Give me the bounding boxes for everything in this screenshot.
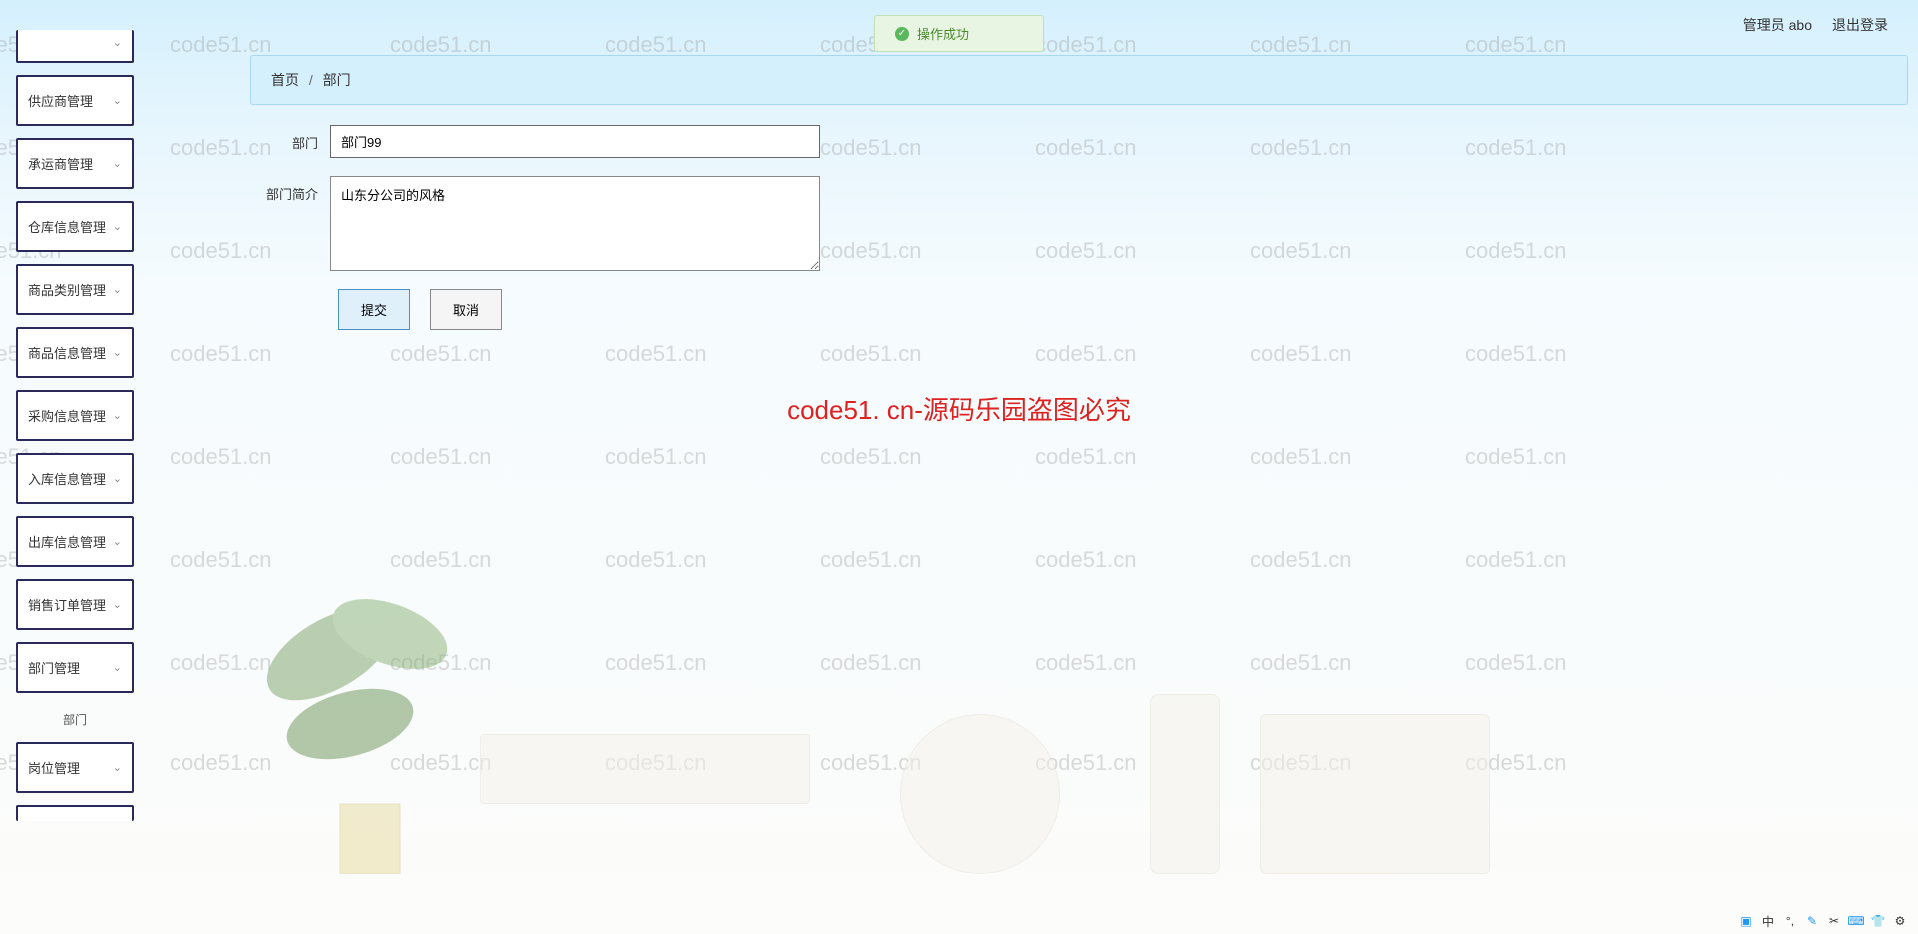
breadcrumb-current: 部门 <box>323 72 351 88</box>
system-tray: ▣ 中 °, ✎ ✂ ⌨ 👕 ⚙ <box>1738 913 1908 929</box>
chevron-down-icon: ⌄ <box>113 94 122 107</box>
watermark-text: code51.cn <box>1035 444 1137 470</box>
sidebar-item-sales-order[interactable]: 销售订单管理 ⌄ <box>16 579 134 630</box>
dept-input[interactable] <box>330 125 820 158</box>
watermark-text: code51.cn <box>1250 341 1352 367</box>
breadcrumb-separator: / <box>309 72 313 88</box>
sidebar-item-carrier[interactable]: 承运商管理 ⌄ <box>16 138 134 189</box>
logout-link[interactable]: 退出登录 <box>1832 15 1888 35</box>
desk-item <box>1150 694 1220 874</box>
tray-keyboard-icon[interactable]: ⌨ <box>1848 913 1864 929</box>
watermark-text: code51.cn <box>1465 341 1567 367</box>
watermark-text: code51.cn <box>1035 341 1137 367</box>
sidebar-item-label: 入库信息管理 <box>28 469 106 488</box>
background-decoration <box>160 514 1918 934</box>
watermark-text: code51.cn <box>820 341 922 367</box>
success-icon: ✓ <box>895 27 909 41</box>
chevron-down-icon: ⌄ <box>113 661 122 674</box>
desk-item <box>900 714 1060 874</box>
sidebar-item-category[interactable]: 商品类别管理 ⌄ <box>16 264 134 315</box>
sidebar-item-label: 供应商管理 <box>28 91 93 110</box>
watermark-text: code51.cn <box>170 444 272 470</box>
sidebar-item-outbound[interactable]: 出库信息管理 ⌄ <box>16 516 134 567</box>
sidebar-subitem-department[interactable]: 部门 <box>16 705 134 734</box>
sidebar-item-label: 承运商管理 <box>28 154 93 173</box>
sidebar-item-label: 销售订单管理 <box>28 595 106 614</box>
tray-shirt-icon[interactable]: 👕 <box>1870 913 1886 929</box>
chevron-down-icon: ⌄ <box>113 283 122 296</box>
desc-textarea[interactable]: 山东分公司的风格 <box>330 176 820 271</box>
department-form: 部门 部门简介 山东分公司的风格 提交 取消 <box>250 125 1908 330</box>
sidebar-item-warehouse[interactable]: 仓库信息管理 ⌄ <box>16 201 134 252</box>
sidebar-item-department[interactable]: 部门管理 ⌄ <box>16 642 134 693</box>
watermark-text: code51.cn <box>1250 444 1352 470</box>
chevron-down-icon: ⌄ <box>113 761 122 774</box>
sidebar-item-purchase[interactable]: 采购信息管理 ⌄ <box>16 390 134 441</box>
chevron-down-icon: ⌄ <box>113 346 122 359</box>
sidebar-item-supplier[interactable]: 供应商管理 ⌄ <box>16 75 134 126</box>
sidebar-item-inbound[interactable]: 入库信息管理 ⌄ <box>16 453 134 504</box>
tray-app-icon[interactable]: ▣ <box>1738 913 1754 929</box>
tray-edit-icon[interactable]: ✎ <box>1804 913 1820 929</box>
chevron-down-icon: ⌄ <box>113 598 122 611</box>
sidebar-item-label: 商品信息管理 <box>28 343 106 362</box>
submit-button[interactable]: 提交 <box>338 289 410 330</box>
tray-punct-icon[interactable]: °, <box>1782 913 1798 929</box>
admin-user-label[interactable]: 管理员 abo <box>1743 15 1812 35</box>
chevron-down-icon: ⌄ <box>113 472 122 485</box>
chevron-down-icon: ⌄ <box>113 157 122 170</box>
chevron-down-icon: ⌄ <box>113 36 122 49</box>
sidebar-item-label: 采购信息管理 <box>28 406 106 425</box>
watermark-center: code51. cn-源码乐园盗图必究 <box>787 390 1131 427</box>
watermark-text: code51.cn <box>390 341 492 367</box>
cancel-button[interactable]: 取消 <box>430 289 502 330</box>
success-text: 操作成功 <box>917 24 969 43</box>
sidebar[interactable]: ⌄ 供应商管理 ⌄ 承运商管理 ⌄ 仓库信息管理 ⌄ 商品类别管理 ⌄ 商品信息… <box>0 30 145 934</box>
chevron-down-icon: ⌄ <box>113 409 122 422</box>
sidebar-item-label: 岗位管理 <box>28 758 80 777</box>
desk-item <box>1260 714 1490 874</box>
success-notification: ✓ 操作成功 <box>874 15 1044 52</box>
sidebar-item-partial-top[interactable]: ⌄ <box>16 30 134 63</box>
breadcrumb-home[interactable]: 首页 <box>271 72 299 88</box>
tray-scissors-icon[interactable]: ✂ <box>1826 913 1842 929</box>
desc-label: 部门简介 <box>260 176 330 203</box>
sidebar-item-product[interactable]: 商品信息管理 ⌄ <box>16 327 134 378</box>
form-row-dept: 部门 <box>260 125 1898 158</box>
chevron-down-icon: ⌄ <box>113 535 122 548</box>
watermark-text: code51.cn <box>605 444 707 470</box>
watermark-text: code51.cn <box>390 444 492 470</box>
plant-decoration <box>250 554 510 874</box>
sidebar-item-partial-bottom[interactable] <box>16 805 134 821</box>
ime-icon[interactable]: 中 <box>1760 913 1776 929</box>
sidebar-item-label: 商品类别管理 <box>28 280 106 299</box>
sidebar-item-label: 出库信息管理 <box>28 532 106 551</box>
watermark-text: code51.cn <box>1465 444 1567 470</box>
breadcrumb: 首页 / 部门 <box>250 55 1908 105</box>
sidebar-item-position[interactable]: 岗位管理 ⌄ <box>16 742 134 793</box>
main-content: 首页 / 部门 部门 部门简介 山东分公司的风格 提交 取消 <box>250 55 1908 330</box>
form-buttons: 提交 取消 <box>338 289 1898 330</box>
watermark-text: code51.cn <box>605 341 707 367</box>
dept-label: 部门 <box>260 125 330 152</box>
watermark-text: code51.cn <box>170 341 272 367</box>
form-row-desc: 部门简介 山东分公司的风格 <box>260 176 1898 271</box>
tray-gear-icon[interactable]: ⚙ <box>1892 913 1908 929</box>
chevron-down-icon: ⌄ <box>113 220 122 233</box>
sidebar-item-label: 仓库信息管理 <box>28 217 106 236</box>
desk-item <box>480 734 810 804</box>
sidebar-item-label: 部门管理 <box>28 658 80 677</box>
watermark-text: code51.cn <box>820 444 922 470</box>
